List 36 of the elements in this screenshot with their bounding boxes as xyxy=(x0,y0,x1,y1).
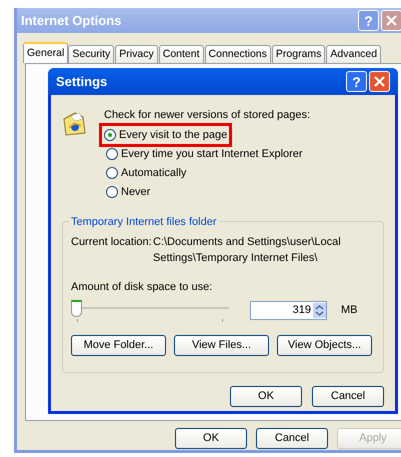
help-button[interactable]: ? xyxy=(346,71,367,92)
folder-button[interactable]: Move Folder... xyxy=(71,335,166,356)
dialog-button[interactable]: Cancel xyxy=(312,386,384,406)
slider-thumb[interactable] xyxy=(71,300,82,317)
tab[interactable]: Connections xyxy=(204,45,271,63)
radio-button[interactable] xyxy=(106,186,118,198)
disk-space-label: Amount of disk space to use: xyxy=(71,280,214,294)
dialog-button[interactable]: Cancel xyxy=(256,428,328,449)
size-field[interactable]: 319 xyxy=(250,300,327,320)
radio-button[interactable] xyxy=(106,148,118,160)
dialog-button[interactable]: OK xyxy=(230,386,302,406)
tab[interactable]: General xyxy=(23,42,68,63)
folder-button[interactable]: View Objects... xyxy=(277,335,372,356)
close-icon[interactable] xyxy=(369,71,390,92)
window-title: Internet Options xyxy=(21,12,122,30)
location-path: C:\Documents and Settings\user\Local xyxy=(153,234,341,250)
tab[interactable]: Advanced xyxy=(326,45,382,63)
radio-option[interactable]: Every visit to the page xyxy=(99,122,232,148)
folder-icon xyxy=(63,111,87,137)
tab[interactable]: Privacy xyxy=(115,45,158,63)
dialog-button[interactable]: OK xyxy=(175,428,247,449)
check-heading: Check for newer versions of stored pages: xyxy=(104,108,310,123)
radio-option[interactable]: Automatically xyxy=(104,164,188,182)
radio-option[interactable]: Every time you start Internet Explorer xyxy=(104,144,305,164)
spinner-icon[interactable] xyxy=(313,302,326,318)
location-label: Current location: xyxy=(71,234,153,250)
radio-button[interactable] xyxy=(104,129,116,141)
radio-option[interactable]: Never xyxy=(104,182,152,202)
unit-label: MB xyxy=(341,302,358,318)
tab[interactable]: Security xyxy=(68,45,114,63)
folder-button[interactable]: View Files... xyxy=(174,335,269,356)
tab[interactable]: Content xyxy=(158,45,204,63)
dialog-title: Settings xyxy=(56,72,108,91)
radio-button[interactable] xyxy=(106,167,118,179)
tab[interactable]: Programs xyxy=(272,45,326,63)
location-path: Settings\Temporary Internet Files\ xyxy=(153,251,318,266)
